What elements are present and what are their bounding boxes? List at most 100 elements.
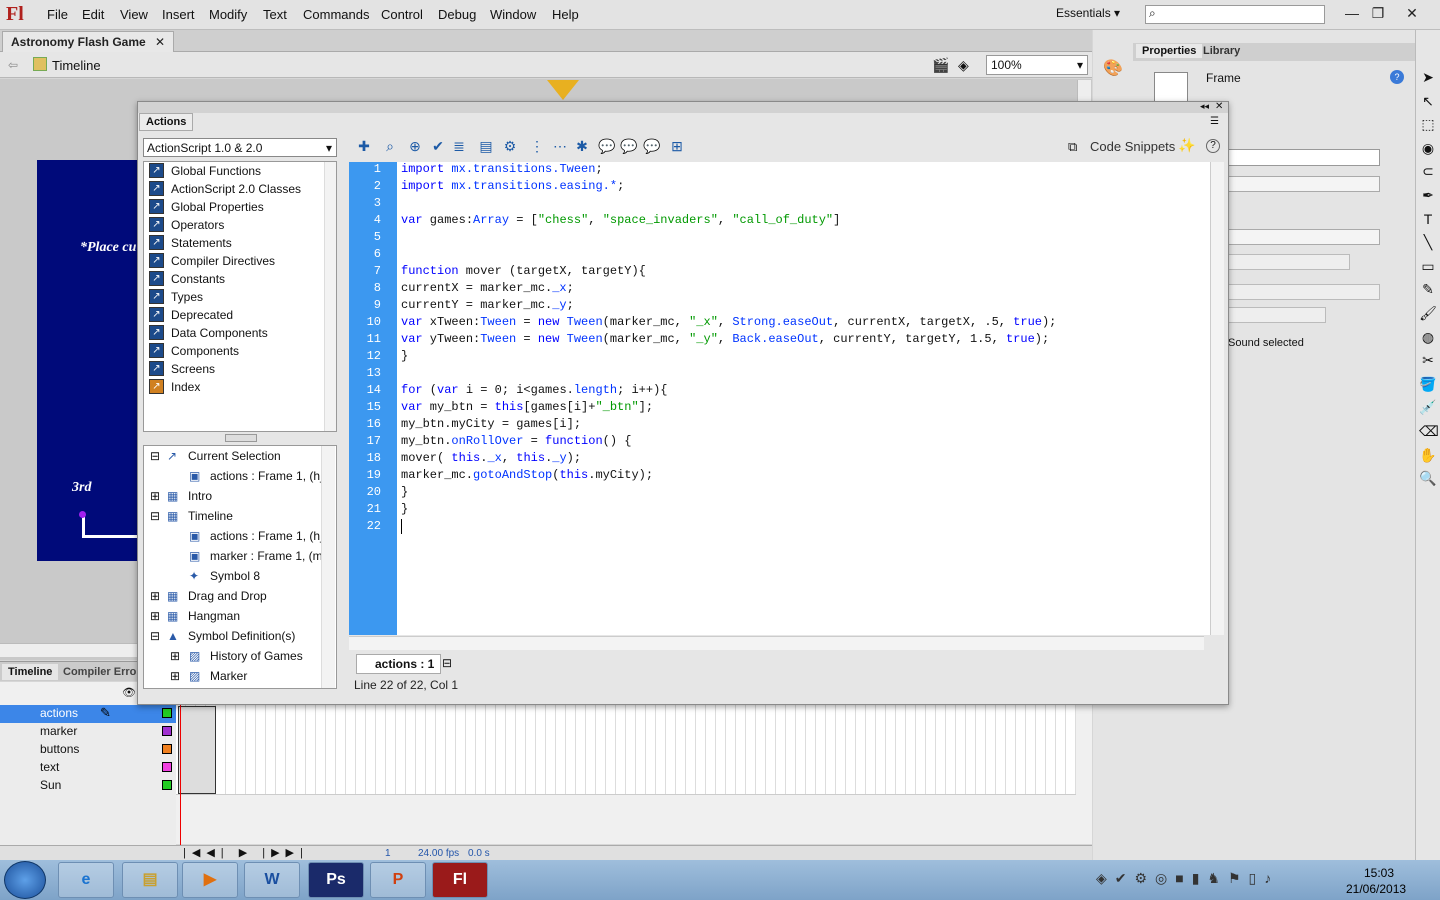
frame-rate[interactable]: 24.00 fps: [418, 848, 459, 859]
toolbox-item[interactable]: ↗ Screens: [149, 360, 215, 378]
frames-grid[interactable]: [176, 705, 1076, 795]
actions-title-bar[interactable]: [138, 102, 1228, 113]
expand-icon[interactable]: ⊞: [170, 667, 180, 685]
edit-scene-icon[interactable]: 🎬: [932, 57, 949, 74]
menu-edit[interactable]: Edit: [82, 7, 104, 22]
flash-taskbar-icon[interactable]: Fl: [432, 862, 488, 898]
navigator-item[interactable]: Timeline: [188, 507, 233, 525]
menu-insert[interactable]: Insert: [162, 7, 195, 22]
frame-name-input[interactable]: [1228, 149, 1380, 166]
close-window-button[interactable]: ✕: [1400, 2, 1424, 24]
clock-date[interactable]: 21/06/2013: [1346, 882, 1406, 896]
menu-text[interactable]: Text: [263, 7, 287, 22]
code-line[interactable]: import mx.transitions.Tween;: [401, 162, 603, 176]
restore-button[interactable]: ❐: [1366, 2, 1390, 24]
auto-format-icon[interactable]: ≣: [451, 138, 467, 154]
check-syntax-icon[interactable]: ✔: [430, 138, 446, 154]
code-line[interactable]: function mover (targetX, targetY){: [401, 264, 646, 278]
code-line[interactable]: }: [401, 485, 408, 499]
layer-row[interactable]: marker: [0, 723, 176, 741]
script-editor[interactable]: [397, 162, 1211, 635]
workspace-dropdown[interactable]: Essentials ▾: [1056, 6, 1120, 20]
expand-all-icon[interactable]: ✱: [574, 138, 590, 154]
start-button[interactable]: [4, 861, 46, 899]
toolbox-item[interactable]: ↗ ActionScript 2.0 Classes: [149, 180, 301, 198]
internet-explorer-icon[interactable]: e: [58, 862, 114, 898]
editor-hscroll[interactable]: [349, 636, 1204, 650]
code-line[interactable]: my_btn.myCity = games[i];: [401, 417, 581, 431]
word-icon[interactable]: W: [244, 862, 300, 898]
code-line[interactable]: currentX = marker_mc._x;: [401, 281, 574, 295]
find-icon[interactable]: ⌕: [382, 138, 398, 154]
code-line[interactable]: }: [401, 502, 408, 516]
expand-icon[interactable]: ⊞: [170, 647, 180, 665]
expand-icon[interactable]: ⊞: [150, 607, 160, 625]
menu-control[interactable]: Control: [381, 7, 423, 22]
tab-actions[interactable]: Actions: [139, 113, 194, 131]
navigator-item[interactable]: Drag and Drop: [188, 587, 267, 605]
toolbox-scrollbar[interactable]: [324, 162, 336, 431]
close-panel-icon[interactable]: ✕: [1215, 101, 1223, 112]
toolbox-item[interactable]: ↗ Operators: [149, 216, 224, 234]
pin-script-icon[interactable]: ⊟: [442, 656, 452, 670]
toolbox-item[interactable]: ↗ Statements: [149, 234, 232, 252]
code-snippets-button[interactable]: Code Snippets: [1090, 139, 1175, 154]
effect-select[interactable]: [1228, 254, 1350, 270]
layer-row[interactable]: actions ✎: [0, 705, 176, 723]
navigator-item[interactable]: marker : Frame 1, (mar: [210, 547, 333, 565]
layer-row[interactable]: Sun: [0, 777, 176, 795]
wand-icon[interactable]: ✨: [1178, 137, 1195, 154]
layer-color-swatch[interactable]: [162, 726, 172, 736]
powerpoint-icon[interactable]: P: [370, 862, 426, 898]
file-explorer-icon[interactable]: ▤: [122, 862, 178, 898]
collapse-icon[interactable]: ⊟: [150, 447, 160, 465]
panel-menu-icon[interactable]: ☰: [1210, 116, 1219, 127]
toolbox-item[interactable]: ↗ Global Properties: [149, 198, 264, 216]
code-line[interactable]: mover( this._x, this._y);: [401, 451, 581, 465]
actionscript-version-select[interactable]: ActionScript 1.0 & 2.0 ▾: [143, 138, 337, 157]
menu-view[interactable]: View: [120, 7, 148, 22]
menu-debug[interactable]: Debug: [438, 7, 476, 22]
toolbox-item[interactable]: ↗ Global Functions: [149, 162, 261, 180]
code-line[interactable]: currentY = marker_mc._y;: [401, 298, 574, 312]
sound-name-select[interactable]: [1228, 229, 1380, 245]
block-comment-icon[interactable]: 💬: [598, 138, 615, 154]
expand-icon[interactable]: ⊞: [150, 587, 160, 605]
navigator-scrollbar[interactable]: [321, 446, 335, 688]
navigator-item[interactable]: Intro: [188, 487, 212, 505]
tab-timeline[interactable]: Timeline: [2, 664, 59, 680]
layer-color-swatch[interactable]: [162, 708, 172, 718]
code-line[interactable]: var xTween:Tween = new Tween(marker_mc, …: [401, 315, 1056, 329]
document-tab[interactable]: Astronomy Flash Game ✕: [2, 31, 175, 52]
minimize-button[interactable]: —: [1340, 2, 1364, 24]
layer-row[interactable]: text: [0, 759, 176, 777]
tab-library[interactable]: Library: [1197, 44, 1246, 58]
eye-icon[interactable]: 👁: [122, 686, 136, 699]
tab-properties[interactable]: Properties: [1136, 44, 1203, 58]
splitter-handle[interactable]: [225, 434, 257, 442]
target-path-icon[interactable]: ⊕: [407, 138, 423, 154]
code-line[interactable]: marker_mc.gotoAndStop(this.myCity);: [401, 468, 653, 482]
media-player-icon[interactable]: ▶: [182, 862, 238, 898]
code-line[interactable]: }: [401, 349, 408, 363]
code-line[interactable]: for (var i = 0; i<games.length; i++){: [401, 383, 667, 397]
code-line[interactable]: var my_btn = this[games[i]+"_btn"];: [401, 400, 653, 414]
menu-help[interactable]: Help: [552, 7, 579, 22]
code-snippets-icon[interactable]: ⧉: [1068, 139, 1077, 155]
code-line[interactable]: var games:Array = ["chess", "space_invad…: [401, 213, 840, 227]
tool-icons[interactable]: ➤ ↖ ⬚ ◉ ⊂ ✒ T ╲ ▭ ✎ 🖌 ◍ ✂ 🪣 💉 ⌫ ✋ 🔍: [1419, 66, 1439, 491]
toolbox-item[interactable]: ↗ Data Components: [149, 324, 268, 342]
toolbox-item[interactable]: ↗ Constants: [149, 270, 225, 288]
remove-comment-icon[interactable]: 💬: [643, 138, 660, 154]
add-statement-icon[interactable]: ✚: [356, 138, 372, 154]
collapse-icon[interactable]: ⊟: [150, 507, 160, 525]
navigator-item[interactable]: Hangman: [188, 607, 240, 625]
navigator-item[interactable]: Marker: [210, 667, 247, 685]
code-line[interactable]: import mx.transitions.easing.*;: [401, 179, 624, 193]
edit-symbol-icon[interactable]: ◈: [958, 57, 969, 74]
script-tab[interactable]: actions : 1: [356, 654, 442, 674]
collapse-icon[interactable]: ⊟: [150, 627, 160, 645]
motion-editor-icon[interactable]: 🎨: [1103, 58, 1125, 78]
system-tray-icons[interactable]: ◈✔⚙◎■▮♞⚑▯♪: [1096, 870, 1279, 887]
current-frame[interactable]: 1: [385, 848, 391, 859]
